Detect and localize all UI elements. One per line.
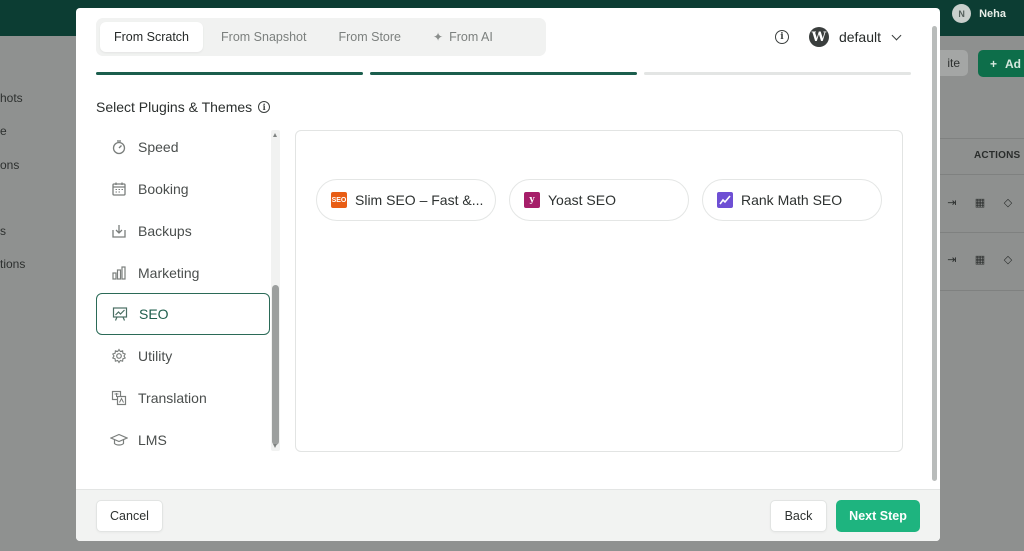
- modal-scroll-thumb[interactable]: [932, 26, 937, 481]
- add-site-label: Ad: [1005, 56, 1022, 71]
- tab-label: From Snapshot: [221, 30, 307, 44]
- plugin-label: Rank Math SEO: [741, 192, 843, 208]
- progress-step-2: [370, 72, 637, 75]
- section-title-text: Select Plugins & Themes: [96, 99, 253, 115]
- diamond-icon[interactable]: ◇: [1000, 196, 1016, 209]
- plugins-panel: SEO Slim SEO – Fast &... y Yoast SEO Ran…: [295, 130, 903, 452]
- category-label: LMS: [138, 432, 167, 448]
- plugin-label: Yoast SEO: [548, 192, 616, 208]
- backup-icon: [110, 222, 128, 240]
- table-divider: [940, 174, 1024, 175]
- bar-chart-icon: [110, 264, 128, 282]
- tab-label: From Scratch: [114, 30, 190, 44]
- gear-icon: [110, 347, 128, 365]
- login-icon[interactable]: ⇥: [944, 196, 960, 209]
- slim-seo-logo: SEO: [331, 192, 347, 208]
- table-row-actions: ⇥ ▦ ◇: [944, 196, 1016, 209]
- login-icon[interactable]: ⇥: [944, 253, 960, 266]
- modal-scrollbar[interactable]: [932, 26, 937, 481]
- progress-step-3: [644, 72, 911, 75]
- plugin-rank-math-seo[interactable]: Rank Math SEO: [702, 179, 882, 221]
- seo-chart-icon: [111, 305, 129, 323]
- progress-step-1: [96, 72, 363, 75]
- scroll-down-arrow-icon[interactable]: [273, 444, 277, 448]
- scroll-up-arrow-icon[interactable]: [273, 133, 277, 137]
- site-name: default: [838, 29, 881, 45]
- yoast-logo: y: [524, 192, 540, 208]
- section-title: Select Plugins & Themes i: [96, 99, 271, 115]
- rank-math-logo: [717, 192, 733, 208]
- category-marketing[interactable]: Marketing: [96, 252, 270, 294]
- sparkle-icon: ✦: [433, 30, 444, 44]
- info-icon[interactable]: i: [774, 30, 789, 44]
- table-divider: [940, 138, 1024, 139]
- next-step-button[interactable]: Next Step: [836, 500, 920, 532]
- add-site-button[interactable]: + Ad: [978, 50, 1024, 77]
- tab-from-snapshot[interactable]: From Snapshot: [207, 22, 320, 52]
- translate-icon: [110, 389, 128, 407]
- grid-icon[interactable]: ▦: [972, 196, 988, 209]
- wordpress-icon: W: [808, 27, 829, 47]
- category-label: Marketing: [138, 265, 200, 281]
- avatar: N: [952, 4, 972, 23]
- grid-icon[interactable]: ▦: [972, 253, 988, 266]
- table-divider: [940, 290, 1024, 291]
- info-icon[interactable]: i: [258, 101, 271, 113]
- calendar-icon: [110, 180, 128, 198]
- site-selector[interactable]: i W default: [774, 27, 902, 47]
- sidebar-item-1[interactable]: hots: [0, 91, 23, 105]
- category-speed[interactable]: Speed: [96, 128, 270, 168]
- speed-icon: [110, 138, 128, 156]
- source-tabs: From Scratch From Snapshot From Store ✦ F…: [96, 18, 546, 56]
- category-utility[interactable]: Utility: [96, 335, 270, 377]
- step-progress: [96, 72, 911, 75]
- category-label: Utility: [138, 348, 173, 364]
- diamond-icon[interactable]: ◇: [1000, 253, 1016, 266]
- category-label: Backups: [138, 223, 192, 239]
- tab-label: From Store: [338, 30, 401, 44]
- category-lms[interactable]: LMS: [96, 419, 270, 452]
- category-label: Translation: [138, 390, 207, 406]
- category-label: Booking: [138, 181, 189, 197]
- sidebar-item-4[interactable]: s: [0, 224, 6, 238]
- tab-label: From AI: [449, 30, 493, 44]
- plugin-label: Slim SEO – Fast &...: [355, 192, 484, 208]
- back-button[interactable]: Back: [770, 500, 827, 532]
- sidebar-item-2[interactable]: e: [0, 124, 7, 138]
- category-seo[interactable]: SEO: [96, 293, 270, 335]
- table-divider: [940, 232, 1024, 233]
- user-menu[interactable]: N Neha: [952, 4, 1006, 23]
- cancel-button[interactable]: Cancel: [96, 500, 163, 532]
- category-backups[interactable]: Backups: [96, 210, 270, 252]
- table-row-actions: ⇥ ▦ ◇: [944, 253, 1016, 266]
- plugin-yoast-seo[interactable]: y Yoast SEO: [509, 179, 689, 221]
- sidebar-item-3[interactable]: ons: [0, 158, 19, 172]
- plus-icon: +: [990, 56, 998, 71]
- tab-from-store[interactable]: From Store: [324, 22, 415, 52]
- sidebar-item-5[interactable]: tions: [0, 257, 25, 271]
- graduation-cap-icon: [110, 431, 128, 449]
- create-site-modal: From Scratch From Snapshot From Store ✦ F…: [76, 8, 940, 541]
- category-booking[interactable]: Booking: [96, 168, 270, 210]
- actions-column-header: ACTIONS: [974, 150, 1021, 161]
- tab-from-ai[interactable]: ✦ From AI: [419, 22, 507, 52]
- scroll-thumb[interactable]: [272, 285, 279, 445]
- modal-footer: Cancel Back Next Step: [76, 489, 940, 541]
- user-name: Neha: [979, 7, 1006, 20]
- category-list: Speed Booking Backups Marketing SEO Util…: [96, 128, 282, 452]
- category-translation[interactable]: Translation: [96, 377, 270, 419]
- category-label: SEO: [139, 306, 169, 322]
- plugin-slim-seo[interactable]: SEO Slim SEO – Fast &...: [316, 179, 496, 221]
- tab-from-scratch[interactable]: From Scratch: [100, 22, 204, 52]
- category-label: Speed: [138, 139, 179, 155]
- app-content-edge: [940, 36, 1024, 551]
- chevron-down-icon: [891, 30, 902, 40]
- category-scrollbar[interactable]: [271, 130, 280, 451]
